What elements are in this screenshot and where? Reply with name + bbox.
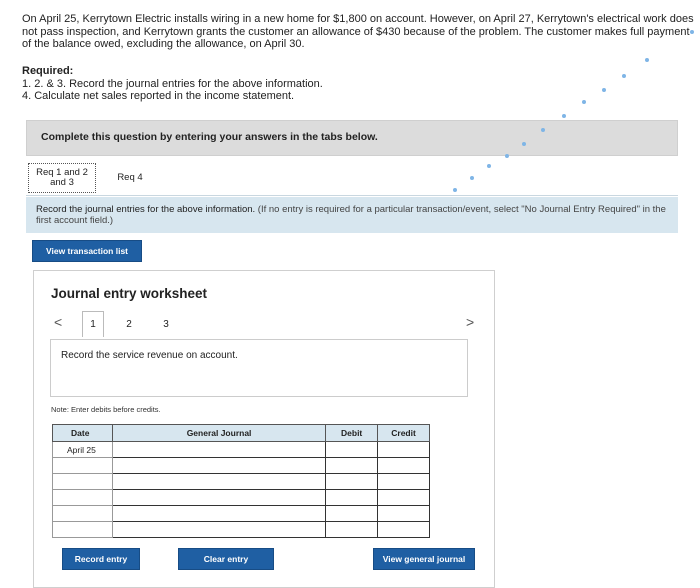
credit-field[interactable] [377, 505, 430, 522]
problem-statement: On April 25, Kerrytown Electric installs… [22, 13, 694, 50]
account-field[interactable] [111, 489, 327, 506]
table-row [52, 473, 430, 490]
row-date [52, 457, 113, 474]
glare-dot [541, 128, 545, 132]
journal-entry-worksheet: Journal entry worksheet < 1 2 3 > Record… [33, 270, 495, 588]
row-date [52, 473, 113, 490]
debit-field[interactable] [325, 505, 379, 522]
table-row [52, 505, 430, 522]
account-field[interactable] [111, 505, 327, 522]
required-title: Required: [22, 65, 74, 77]
account-field[interactable] [111, 473, 327, 490]
credit-field[interactable] [377, 457, 430, 474]
account-field[interactable] [111, 521, 327, 538]
credit-field[interactable] [377, 521, 430, 538]
page-3-tab[interactable]: 3 [155, 311, 177, 337]
table-row [52, 457, 430, 474]
instructions-banner: Complete this question by entering your … [26, 120, 678, 156]
instruction-main: Record the journal entries for the above… [36, 204, 256, 215]
glare-dot [622, 74, 626, 78]
col-credit: Credit [377, 424, 430, 442]
glare-dot [470, 176, 474, 180]
col-debit: Debit [325, 424, 379, 442]
worksheet-title: Journal entry worksheet [51, 286, 208, 301]
view-general-journal-button[interactable]: View general journal [373, 548, 475, 570]
page-1-tab[interactable]: 1 [82, 311, 104, 337]
debits-note: Note: Enter debits before credits. [51, 405, 161, 414]
requirement-tabs: Req 1 and 2 and 3 Req 4 [26, 158, 678, 196]
required-section: Required: 1. 2. & 3. Record the journal … [22, 65, 522, 103]
debit-field[interactable] [325, 489, 379, 506]
record-entry-button[interactable]: Record entry [62, 548, 140, 570]
col-date: Date [52, 424, 113, 442]
tab-req-4[interactable]: Req 4 [102, 163, 158, 193]
debit-field[interactable] [325, 521, 379, 538]
prev-page-icon[interactable]: < [54, 314, 62, 330]
glare-dot [602, 88, 606, 92]
credit-field[interactable] [377, 489, 430, 506]
tab-instruction: Record the journal entries for the above… [26, 197, 678, 233]
required-item-2: 4. Calculate net sales reported in the i… [22, 90, 295, 102]
glare-dot [487, 164, 491, 168]
journal-table: Date General Journal Debit Credit April … [52, 424, 430, 538]
credit-field[interactable] [377, 473, 430, 490]
view-transaction-list-button[interactable]: View transaction list [32, 240, 142, 262]
row-date [52, 521, 113, 538]
entry-description: Record the service revenue on account. [50, 339, 468, 397]
glare-dot [522, 142, 526, 146]
col-general-journal: General Journal [111, 424, 327, 442]
glare-dot [645, 58, 649, 62]
account-field[interactable] [111, 457, 327, 474]
debit-field[interactable] [325, 457, 379, 474]
worksheet-pagination: < 1 2 3 > [52, 311, 482, 339]
row-date [52, 505, 113, 522]
glare-dot [505, 154, 509, 158]
table-row [52, 489, 430, 506]
page-2-tab[interactable]: 2 [118, 311, 140, 337]
glare-dot [562, 114, 566, 118]
required-item-1: 1. 2. & 3. Record the journal entries fo… [22, 77, 323, 90]
row-date [52, 489, 113, 506]
row-date: April 25 [52, 441, 113, 458]
table-row: April 25 [52, 441, 430, 458]
account-field[interactable] [111, 441, 327, 458]
debit-field[interactable] [325, 473, 379, 490]
debit-field[interactable] [325, 441, 379, 458]
credit-field[interactable] [377, 441, 430, 458]
glare-dot [582, 100, 586, 104]
glare-dot [453, 188, 457, 192]
clear-entry-button[interactable]: Clear entry [178, 548, 274, 570]
glare-dot [690, 30, 694, 34]
tab-req-1-2-3[interactable]: Req 1 and 2 and 3 [28, 163, 96, 193]
next-page-icon[interactable]: > [466, 314, 474, 330]
table-row [52, 521, 430, 538]
